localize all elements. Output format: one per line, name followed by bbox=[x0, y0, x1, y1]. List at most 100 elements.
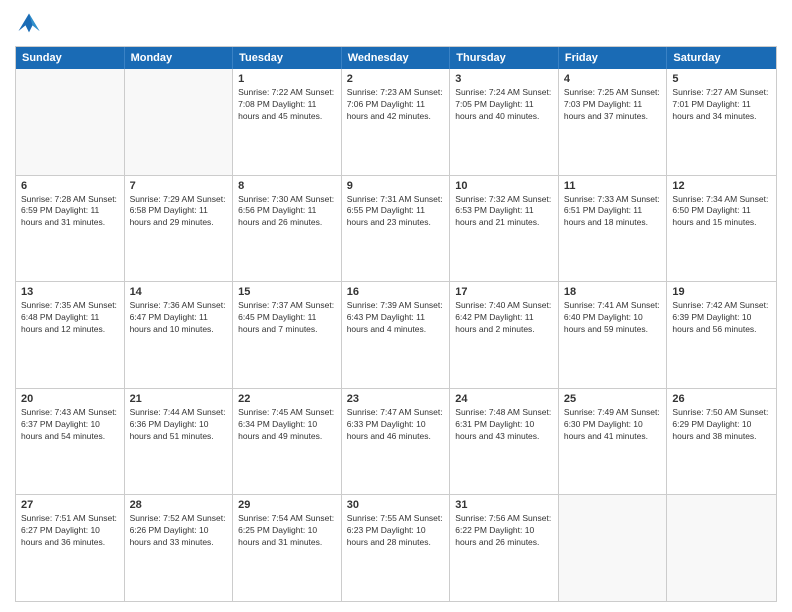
day-info: Sunrise: 7:44 AM Sunset: 6:36 PM Dayligh… bbox=[130, 407, 228, 443]
day-cell-29: 29 Sunrise: 7:54 AM Sunset: 6:25 PM Dayli… bbox=[233, 495, 342, 601]
day-cell-17: 17 Sunrise: 7:40 AM Sunset: 6:42 PM Dayli… bbox=[450, 282, 559, 388]
day-info: Sunrise: 7:30 AM Sunset: 6:56 PM Dayligh… bbox=[238, 194, 336, 230]
day-cell-24: 24 Sunrise: 7:48 AM Sunset: 6:31 PM Dayli… bbox=[450, 389, 559, 495]
day-cell-13: 13Sunrise: 7:35 AM Sunset: 6:48 PM Dayli… bbox=[16, 282, 125, 388]
empty-cell bbox=[125, 69, 234, 175]
day-number: 2 bbox=[347, 73, 445, 85]
day-cell-12: 12 Sunrise: 7:34 AM Sunset: 6:50 PM Dayli… bbox=[667, 176, 776, 282]
day-number: 18 bbox=[564, 286, 662, 298]
day-cell-8: 8 Sunrise: 7:30 AM Sunset: 6:56 PM Daylig… bbox=[233, 176, 342, 282]
day-number: 5 bbox=[672, 73, 771, 85]
day-number: 11 bbox=[564, 180, 662, 192]
day-info: Sunrise: 7:23 AM Sunset: 7:06 PM Dayligh… bbox=[347, 87, 445, 123]
day-number: 9 bbox=[347, 180, 445, 192]
calendar-row-5: 27 Sunrise: 7:51 AM Sunset: 6:27 PM Dayli… bbox=[16, 494, 776, 601]
day-cell-19: 19Sunrise: 7:42 AM Sunset: 6:39 PM Dayli… bbox=[667, 282, 776, 388]
day-info: Sunrise: 7:47 AM Sunset: 6:33 PM Dayligh… bbox=[347, 407, 445, 443]
day-info: Sunrise: 7:50 AM Sunset: 6:29 PM Dayligh… bbox=[672, 407, 771, 443]
day-number: 21 bbox=[130, 393, 228, 405]
day-info: Sunrise: 7:33 AM Sunset: 6:51 PM Dayligh… bbox=[564, 194, 662, 230]
day-cell-22: 22Sunrise: 7:45 AM Sunset: 6:34 PM Dayli… bbox=[233, 389, 342, 495]
day-number: 19 bbox=[672, 286, 771, 298]
day-number: 23 bbox=[347, 393, 445, 405]
day-cell-15: 15 Sunrise: 7:37 AM Sunset: 6:45 PM Dayli… bbox=[233, 282, 342, 388]
day-number: 6 bbox=[21, 180, 119, 192]
day-info: Sunrise: 7:56 AM Sunset: 6:22 PM Dayligh… bbox=[455, 513, 553, 549]
day-info: Sunrise: 7:55 AM Sunset: 6:23 PM Dayligh… bbox=[347, 513, 445, 549]
day-number: 29 bbox=[238, 499, 336, 511]
day-cell-31: 31 Sunrise: 7:56 AM Sunset: 6:22 PM Dayli… bbox=[450, 495, 559, 601]
day-info: Sunrise: 7:49 AM Sunset: 6:30 PM Dayligh… bbox=[564, 407, 662, 443]
day-info: Sunrise: 7:31 AM Sunset: 6:55 PM Dayligh… bbox=[347, 194, 445, 230]
day-cell-6: 6 Sunrise: 7:28 AM Sunset: 6:59 PM Daylig… bbox=[16, 176, 125, 282]
day-info: Sunrise: 7:37 AM Sunset: 6:45 PM Dayligh… bbox=[238, 300, 336, 336]
day-number: 16 bbox=[347, 286, 445, 298]
weekday-header-sunday: Sunday bbox=[16, 47, 125, 69]
weekday-header-monday: Monday bbox=[125, 47, 234, 69]
day-number: 14 bbox=[130, 286, 228, 298]
day-number: 15 bbox=[238, 286, 336, 298]
day-number: 26 bbox=[672, 393, 771, 405]
day-number: 31 bbox=[455, 499, 553, 511]
day-info: Sunrise: 7:51 AM Sunset: 6:27 PM Dayligh… bbox=[21, 513, 119, 549]
calendar-header: SundayMondayTuesdayWednesdayThursdayFrid… bbox=[16, 47, 776, 69]
day-info: Sunrise: 7:43 AM Sunset: 6:37 PM Dayligh… bbox=[21, 407, 119, 443]
day-number: 24 bbox=[455, 393, 553, 405]
day-cell-30: 30 Sunrise: 7:55 AM Sunset: 6:23 PM Dayli… bbox=[342, 495, 451, 601]
day-info: Sunrise: 7:39 AM Sunset: 6:43 PM Dayligh… bbox=[347, 300, 445, 336]
calendar-row-4: 20 Sunrise: 7:43 AM Sunset: 6:37 PM Dayli… bbox=[16, 388, 776, 495]
day-number: 3 bbox=[455, 73, 553, 85]
day-cell-4: 4 Sunrise: 7:25 AM Sunset: 7:03 PM Daylig… bbox=[559, 69, 668, 175]
day-cell-2: 2 Sunrise: 7:23 AM Sunset: 7:06 PM Daylig… bbox=[342, 69, 451, 175]
day-info: Sunrise: 7:36 AM Sunset: 6:47 PM Dayligh… bbox=[130, 300, 228, 336]
day-info: Sunrise: 7:29 AM Sunset: 6:58 PM Dayligh… bbox=[130, 194, 228, 230]
calendar-row-2: 6 Sunrise: 7:28 AM Sunset: 6:59 PM Daylig… bbox=[16, 175, 776, 282]
day-cell-21: 21 Sunrise: 7:44 AM Sunset: 6:36 PM Dayli… bbox=[125, 389, 234, 495]
day-number: 4 bbox=[564, 73, 662, 85]
calendar-body: 1 Sunrise: 7:22 AM Sunset: 7:08 PM Daylig… bbox=[16, 69, 776, 601]
weekday-header-saturday: Saturday bbox=[667, 47, 776, 69]
day-info: Sunrise: 7:22 AM Sunset: 7:08 PM Dayligh… bbox=[238, 87, 336, 123]
calendar-row-3: 13Sunrise: 7:35 AM Sunset: 6:48 PM Dayli… bbox=[16, 281, 776, 388]
empty-cell bbox=[559, 495, 668, 601]
day-info: Sunrise: 7:24 AM Sunset: 7:05 PM Dayligh… bbox=[455, 87, 553, 123]
page: SundayMondayTuesdayWednesdayThursdayFrid… bbox=[0, 0, 792, 612]
weekday-header-friday: Friday bbox=[559, 47, 668, 69]
day-cell-28: 28 Sunrise: 7:52 AM Sunset: 6:26 PM Dayli… bbox=[125, 495, 234, 601]
day-info: Sunrise: 7:40 AM Sunset: 6:42 PM Dayligh… bbox=[455, 300, 553, 336]
calendar-row-1: 1 Sunrise: 7:22 AM Sunset: 7:08 PM Daylig… bbox=[16, 69, 776, 175]
day-cell-1: 1 Sunrise: 7:22 AM Sunset: 7:08 PM Daylig… bbox=[233, 69, 342, 175]
day-info: Sunrise: 7:25 AM Sunset: 7:03 PM Dayligh… bbox=[564, 87, 662, 123]
day-number: 28 bbox=[130, 499, 228, 511]
day-number: 17 bbox=[455, 286, 553, 298]
day-number: 27 bbox=[21, 499, 119, 511]
day-info: Sunrise: 7:32 AM Sunset: 6:53 PM Dayligh… bbox=[455, 194, 553, 230]
day-number: 12 bbox=[672, 180, 771, 192]
weekday-header-wednesday: Wednesday bbox=[342, 47, 451, 69]
day-info: Sunrise: 7:52 AM Sunset: 6:26 PM Dayligh… bbox=[130, 513, 228, 549]
day-number: 20 bbox=[21, 393, 119, 405]
day-cell-20: 20 Sunrise: 7:43 AM Sunset: 6:37 PM Dayli… bbox=[16, 389, 125, 495]
day-number: 1 bbox=[238, 73, 336, 85]
day-number: 30 bbox=[347, 499, 445, 511]
day-cell-3: 3 Sunrise: 7:24 AM Sunset: 7:05 PM Daylig… bbox=[450, 69, 559, 175]
header bbox=[15, 10, 777, 38]
day-number: 10 bbox=[455, 180, 553, 192]
calendar: SundayMondayTuesdayWednesdayThursdayFrid… bbox=[15, 46, 777, 602]
day-cell-11: 11 Sunrise: 7:33 AM Sunset: 6:51 PM Dayli… bbox=[559, 176, 668, 282]
day-info: Sunrise: 7:34 AM Sunset: 6:50 PM Dayligh… bbox=[672, 194, 771, 230]
day-info: Sunrise: 7:54 AM Sunset: 6:25 PM Dayligh… bbox=[238, 513, 336, 549]
day-info: Sunrise: 7:48 AM Sunset: 6:31 PM Dayligh… bbox=[455, 407, 553, 443]
day-info: Sunrise: 7:41 AM Sunset: 6:40 PM Dayligh… bbox=[564, 300, 662, 336]
empty-cell bbox=[667, 495, 776, 601]
day-cell-10: 10 Sunrise: 7:32 AM Sunset: 6:53 PM Dayli… bbox=[450, 176, 559, 282]
day-number: 25 bbox=[564, 393, 662, 405]
day-cell-23: 23 Sunrise: 7:47 AM Sunset: 6:33 PM Dayli… bbox=[342, 389, 451, 495]
day-cell-18: 18 Sunrise: 7:41 AM Sunset: 6:40 PM Dayli… bbox=[559, 282, 668, 388]
weekday-header-thursday: Thursday bbox=[450, 47, 559, 69]
day-number: 8 bbox=[238, 180, 336, 192]
day-info: Sunrise: 7:27 AM Sunset: 7:01 PM Dayligh… bbox=[672, 87, 771, 123]
day-info: Sunrise: 7:28 AM Sunset: 6:59 PM Dayligh… bbox=[21, 194, 119, 230]
day-info: Sunrise: 7:45 AM Sunset: 6:34 PM Dayligh… bbox=[238, 407, 336, 443]
logo bbox=[15, 10, 47, 38]
